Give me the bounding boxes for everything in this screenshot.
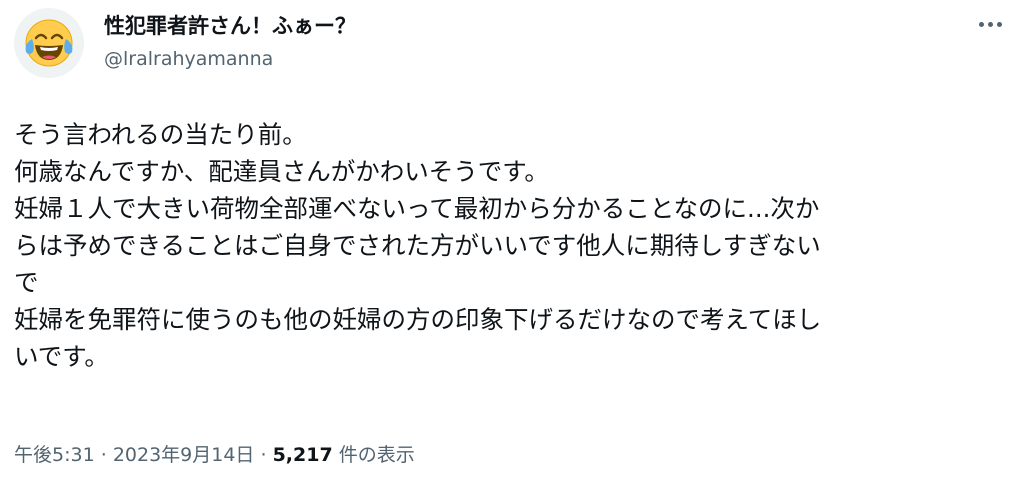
dot-icon: [997, 22, 1002, 27]
views-count[interactable]: 5,217: [273, 444, 333, 466]
tweet-card: 性犯罪者許さん！ふぁー？ @lralrahyamanna そう言われるの当たり前…: [0, 0, 1024, 503]
tweet-text-line: で: [14, 268, 39, 297]
tears-of-joy-emoji-icon: [25, 19, 73, 67]
tweet-text: そう言われるの当たり前。 何歳なんですか、配達員さんがかわいそうです。 妊婦１人…: [14, 116, 1004, 375]
dot-icon: [979, 22, 984, 27]
more-options-icon[interactable]: [979, 22, 1002, 27]
tweet-time[interactable]: 午後5:31: [14, 444, 95, 466]
tweet-meta: 午後5:31 · 2023年9月14日 · 5,217 件の表示: [14, 440, 415, 467]
meta-separator: ·: [100, 444, 107, 466]
dot-icon: [988, 22, 993, 27]
tweet-date[interactable]: 2023年9月14日: [113, 444, 255, 466]
avatar[interactable]: [14, 8, 84, 78]
meta-separator: ·: [260, 444, 267, 466]
tweet-text-line: らは予めできることはご自身でされた方がいいです他人に期待しすぎない: [14, 231, 821, 260]
tweet-text-line: いです。: [14, 342, 109, 371]
views-label: 件の表示: [338, 444, 415, 466]
author-display-name[interactable]: 性犯罪者許さん！ふぁー？: [104, 10, 356, 40]
author-handle[interactable]: @lralrahyamanna: [104, 48, 273, 70]
tweet-text-line: 妊婦１人で大きい荷物全部運べないって最初から分かることなのに...次か: [14, 194, 820, 223]
tweet-text-line: 何歳なんですか、配達員さんがかわいそうです。: [14, 157, 549, 186]
tweet-text-line: 妊婦を免罪符に使うのも他の妊婦の方の印象下げるだけなので考えてほし: [14, 305, 822, 334]
tweet-text-line: そう言われるの当たり前。: [14, 120, 307, 149]
